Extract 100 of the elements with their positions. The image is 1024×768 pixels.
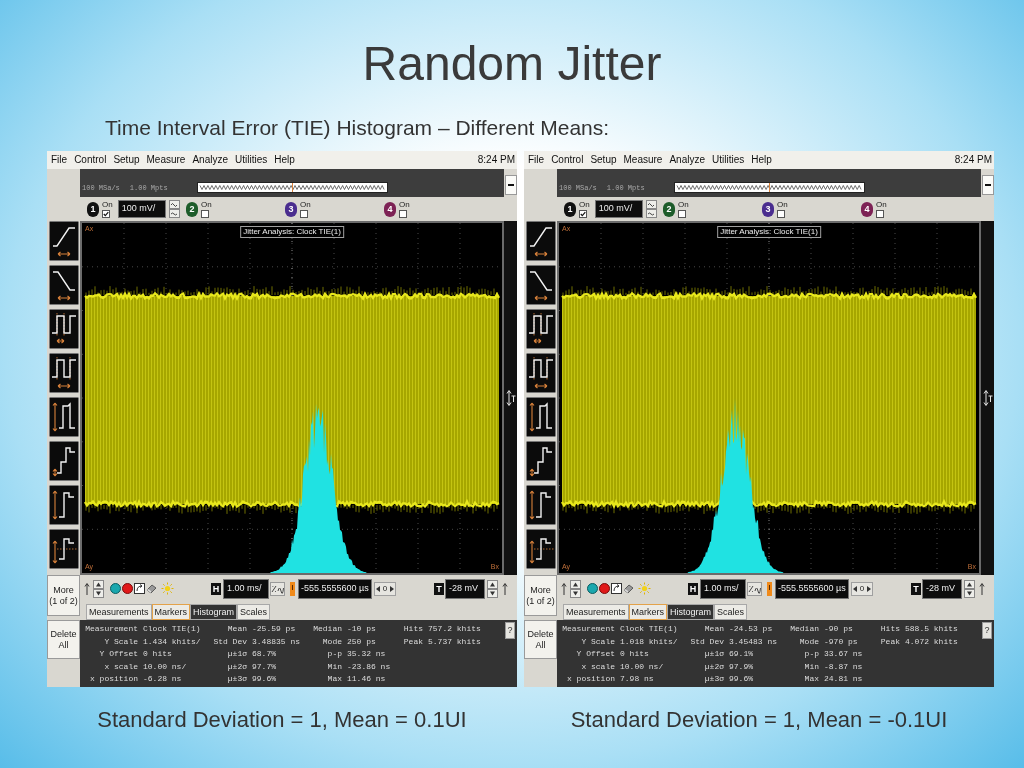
pulse-period-icon[interactable] — [48, 353, 79, 393]
checkbox[interactable] — [678, 210, 686, 218]
menu-item[interactable]: Control — [551, 154, 584, 166]
channel-button[interactable]: 3 — [285, 201, 297, 217]
tab[interactable]: Histogram — [190, 604, 238, 620]
tab[interactable]: Measurements — [563, 604, 629, 620]
channel-button[interactable]: 2 — [186, 201, 198, 217]
reference-stepper[interactable]: 0 — [374, 581, 396, 596]
checkbox[interactable] — [300, 210, 308, 218]
spinner-icon[interactable] — [645, 200, 657, 218]
trigger-level-icon[interactable] — [505, 389, 516, 407]
step-level-icon[interactable] — [48, 529, 79, 569]
checkbox[interactable] — [399, 210, 407, 218]
more-button[interactable]: More (1 of 2) — [47, 575, 80, 616]
checkbox[interactable] — [876, 210, 884, 218]
marker-icon[interactable] — [767, 581, 772, 596]
box-arrow-icon[interactable] — [134, 583, 145, 594]
channel-button[interactable]: 4 — [384, 201, 396, 217]
help-button[interactable]: ? — [982, 622, 992, 639]
menu-item[interactable]: Help — [751, 154, 772, 166]
tab[interactable]: Markers — [628, 604, 668, 620]
step-level-icon[interactable] — [525, 529, 556, 569]
dot-icon[interactable] — [587, 583, 598, 594]
channel-scale-field[interactable]: 100 mV/ — [117, 200, 166, 218]
time-scale-field[interactable]: 1.00 ms/ — [223, 578, 269, 599]
menu-item[interactable]: File — [51, 154, 68, 166]
menu-item[interactable]: Setup — [590, 154, 617, 166]
dot-icon[interactable] — [110, 583, 121, 594]
menu-item[interactable]: Utilities — [712, 154, 745, 166]
fine-adjust-icon[interactable] — [270, 581, 285, 596]
help-button[interactable]: ? — [505, 622, 515, 639]
eraser-icon[interactable] — [623, 583, 634, 594]
delete-all-button[interactable]: Delete All — [47, 620, 80, 659]
fine-adjust-icon[interactable] — [747, 581, 762, 596]
eraser-icon[interactable] — [146, 583, 157, 594]
step-icon[interactable] — [525, 441, 556, 481]
spinner-icon[interactable] — [93, 579, 104, 598]
reference-stepper[interactable]: 0 — [851, 581, 873, 596]
tab[interactable]: Scales — [237, 604, 271, 620]
spinner-icon[interactable] — [487, 579, 498, 598]
tab[interactable]: Scales — [714, 604, 748, 620]
up-arrow-icon[interactable] — [502, 581, 508, 596]
pulse-period-icon[interactable] — [525, 353, 556, 393]
pulse-width-icon[interactable] — [48, 309, 79, 349]
caret-left-icon[interactable] — [376, 585, 380, 592]
spinner-icon[interactable] — [964, 579, 975, 598]
more-button[interactable]: More (1 of 2) — [524, 575, 557, 616]
tab[interactable]: Histogram — [667, 604, 715, 620]
tab[interactable]: Markers — [151, 604, 191, 620]
delay-field[interactable]: -555.5555600 µs — [775, 578, 849, 599]
step-height-icon[interactable] — [525, 485, 556, 525]
menu-item[interactable]: Analyze — [192, 154, 228, 166]
menu-item[interactable]: Analyze — [669, 154, 705, 166]
time-scale-field[interactable]: 1.00 ms/ — [700, 578, 746, 599]
pulse-width-icon[interactable] — [525, 309, 556, 349]
menu-item[interactable]: Control — [74, 154, 107, 166]
spinner-icon[interactable] — [168, 200, 180, 218]
menu-item[interactable]: Utilities — [235, 154, 268, 166]
channel-button[interactable]: 4 — [861, 201, 873, 217]
caret-right-icon[interactable] — [867, 585, 871, 592]
pulse-amplitude-icon[interactable] — [525, 397, 556, 437]
checkbox[interactable] — [777, 210, 785, 218]
menu-item[interactable]: File — [528, 154, 545, 166]
minimize-button[interactable] — [504, 175, 517, 195]
step-icon[interactable] — [48, 441, 79, 481]
delete-all-button[interactable]: Delete All — [524, 620, 557, 659]
caret-right-icon[interactable] — [390, 585, 394, 592]
marker-icon[interactable] — [290, 581, 295, 596]
checkbox[interactable] — [102, 210, 110, 218]
dot-icon[interactable] — [599, 583, 610, 594]
falling-edge-icon[interactable] — [48, 265, 79, 305]
rising-edge-icon[interactable] — [525, 221, 556, 261]
channel-button[interactable]: 1 — [87, 201, 99, 217]
channel-scale-field[interactable]: 100 mV/ — [594, 200, 643, 218]
rising-edge-icon[interactable] — [48, 221, 79, 261]
pulse-amplitude-icon[interactable] — [48, 397, 79, 437]
caret-left-icon[interactable] — [853, 585, 857, 592]
trigger-level-icon[interactable] — [982, 389, 993, 407]
step-height-icon[interactable] — [48, 485, 79, 525]
menu-item[interactable]: Setup — [113, 154, 140, 166]
box-arrow-icon[interactable] — [611, 583, 622, 594]
menu-item[interactable]: Help — [274, 154, 295, 166]
menu-item[interactable]: Measure — [623, 154, 663, 166]
checkbox[interactable] — [201, 210, 209, 218]
up-arrow-icon[interactable] — [979, 581, 985, 596]
tab[interactable]: Measurements — [86, 604, 152, 620]
trigger-level-field[interactable]: -28 mV — [922, 578, 962, 599]
channel-button[interactable]: 2 — [663, 201, 675, 217]
delay-field[interactable]: -555.5555600 µs — [298, 578, 372, 599]
channel-button[interactable]: 3 — [762, 201, 774, 217]
trigger-level-field[interactable]: -28 mV — [445, 578, 485, 599]
dot-icon[interactable] — [122, 583, 133, 594]
waveform-overview[interactable] — [197, 182, 388, 193]
up-arrow-icon[interactable] — [561, 581, 567, 596]
menu-item[interactable]: Measure — [146, 154, 186, 166]
spinner-icon[interactable] — [570, 579, 581, 598]
waveform-overview[interactable] — [674, 182, 865, 193]
channel-button[interactable]: 1 — [564, 201, 576, 217]
falling-edge-icon[interactable] — [525, 265, 556, 305]
up-arrow-icon[interactable] — [84, 581, 90, 596]
